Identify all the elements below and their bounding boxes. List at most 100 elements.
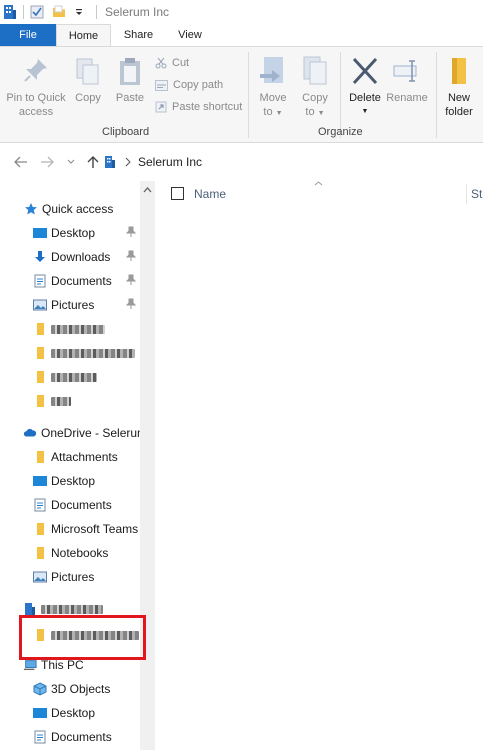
move-to-label-line2: to <box>263 106 273 118</box>
folder-icon <box>33 450 47 464</box>
nav-redacted-folder[interactable] <box>33 391 71 411</box>
nav-onedrive-notebooks[interactable]: Notebooks <box>33 543 108 563</box>
paste-button[interactable]: Paste <box>112 57 148 105</box>
nav-redacted-folder[interactable] <box>33 367 97 387</box>
column-divider[interactable] <box>466 184 467 204</box>
nav-quick-access[interactable]: Quick access <box>24 199 113 219</box>
rename-button[interactable]: Rename <box>386 55 428 105</box>
tab-file[interactable]: File <box>0 24 56 47</box>
paste-shortcut-button[interactable]: Paste shortcut <box>155 101 242 113</box>
nav-quick-desktop[interactable]: Desktop <box>33 223 95 243</box>
breadcrumb-chevron-icon[interactable] <box>124 157 132 167</box>
column-status[interactable]: St <box>471 187 482 201</box>
nav-label: Downloads <box>51 250 111 264</box>
paste-icon <box>120 58 140 85</box>
nav-onedrive-attachments[interactable]: Attachments <box>33 447 118 467</box>
nav-label: Attachments <box>51 450 118 464</box>
ribbon-tabs: File Home Share View <box>0 24 483 47</box>
delete-label: Delete <box>349 92 381 104</box>
pinned-icon <box>126 226 136 237</box>
folder-icon <box>33 322 47 336</box>
column-header-row: Name St <box>155 181 483 207</box>
cut-button[interactable]: Cut <box>155 57 189 69</box>
nav-label: Pictures <box>51 298 95 312</box>
title-separator <box>23 5 24 19</box>
group-separator <box>436 52 437 138</box>
nav-this-pc-documents[interactable]: Documents <box>33 727 112 747</box>
nav-label: Quick access <box>42 202 114 216</box>
pin-to-quick-access-button[interactable]: Pin to Quick access <box>4 57 68 119</box>
nav-quick-downloads[interactable]: Downloads <box>33 247 110 267</box>
redacted-label <box>51 324 105 334</box>
3d-objects-icon <box>33 682 47 696</box>
desktop-icon <box>33 474 47 488</box>
customize-dropdown-icon[interactable] <box>74 7 84 17</box>
chevron-down-icon: ▼ <box>317 110 325 117</box>
delete-button[interactable]: Delete ▼ <box>346 55 384 119</box>
up-arrow-icon[interactable] <box>87 155 99 169</box>
new-folder-icon[interactable] <box>52 5 66 19</box>
move-to-icon <box>260 57 283 83</box>
nav-this-pc-desktop[interactable]: Desktop <box>33 703 95 723</box>
back-arrow-icon[interactable] <box>14 156 28 168</box>
tab-share[interactable]: Share <box>111 24 166 47</box>
downloads-icon <box>33 250 47 264</box>
nav-label: Desktop <box>51 226 96 240</box>
tab-view[interactable]: View <box>166 24 214 47</box>
nav-quick-documents[interactable]: Documents <box>33 271 112 291</box>
documents-icon <box>33 274 47 288</box>
tab-home[interactable]: Home <box>56 24 111 47</box>
recent-locations-chevron-icon[interactable] <box>67 159 75 165</box>
copy-label: Copy <box>75 92 101 104</box>
new-folder-button[interactable]: New folder <box>440 55 478 119</box>
title-bar: Selerum Inc <box>0 0 483 24</box>
copy-to-icon <box>303 56 327 85</box>
nav-onedrive-pictures[interactable]: Pictures <box>33 567 94 587</box>
nav-this-pc-3d-objects[interactable]: 3D Objects <box>33 679 110 699</box>
folder-icon <box>452 58 466 84</box>
building-icon <box>23 602 37 616</box>
nav-quick-pictures[interactable]: Pictures <box>33 295 94 315</box>
file-list[interactable]: Name St <box>155 181 483 750</box>
copy-to-button[interactable]: Copy to ▼ <box>298 55 332 121</box>
address-bar-row: Selerum Inc <box>0 143 483 181</box>
properties-check-icon[interactable] <box>30 5 44 19</box>
nav-onedrive-desktop[interactable]: Desktop <box>33 471 95 491</box>
move-to-button[interactable]: Move to ▼ <box>256 55 290 121</box>
forward-arrow-icon[interactable] <box>40 156 54 168</box>
navigation-pane: Quick access Desktop Downloads Documents… <box>0 181 155 750</box>
folder-icon <box>33 546 47 560</box>
nav-label: This PC <box>41 658 84 672</box>
copy-to-label-line2: to <box>305 106 315 118</box>
scroll-up-arrow-icon[interactable] <box>143 187 152 193</box>
copy-path-icon <box>155 79 168 91</box>
chevron-down-icon: ▼ <box>275 110 283 117</box>
copy-path-button[interactable]: Copy path <box>155 79 223 91</box>
nav-redacted-folder[interactable] <box>33 343 135 363</box>
pin-label-line1: Pin to Quick <box>6 92 66 104</box>
nav-label: 3D Objects <box>51 682 111 696</box>
nav-onedrive-microsoft-teams[interactable]: Microsoft Teams <box>33 519 138 539</box>
copy-button[interactable]: Copy <box>72 57 104 105</box>
clipboard-group-label: Clipboard <box>102 126 150 138</box>
select-all-checkbox[interactable] <box>171 187 184 200</box>
folder-icon <box>33 370 47 384</box>
nav-redacted-folder[interactable] <box>33 319 105 339</box>
address-box[interactable]: Selerum Inc <box>104 150 483 174</box>
desktop-icon <box>33 706 47 720</box>
ribbon-home: Pin to Quick access Copy Paste Cut Copy … <box>0 46 483 143</box>
nav-onedrive-documents[interactable]: Documents <box>33 495 112 515</box>
pin-label-line2: access <box>18 106 54 118</box>
paste-shortcut-label: Paste shortcut <box>172 101 243 113</box>
highlight-box <box>19 615 146 660</box>
breadcrumb-selerum-inc[interactable]: Selerum Inc <box>138 155 202 169</box>
title-separator <box>96 5 97 19</box>
copy-to-label-line1: Copy <box>302 92 328 104</box>
nav-label: Notebooks <box>51 546 109 560</box>
nav-scrollbar[interactable] <box>140 181 155 750</box>
folder-icon <box>33 394 47 408</box>
nav-label: Desktop <box>51 706 96 720</box>
redacted-label <box>51 372 97 382</box>
nav-onedrive[interactable]: OneDrive - Selerum Inc <box>23 423 155 443</box>
column-name[interactable]: Name <box>194 187 226 201</box>
